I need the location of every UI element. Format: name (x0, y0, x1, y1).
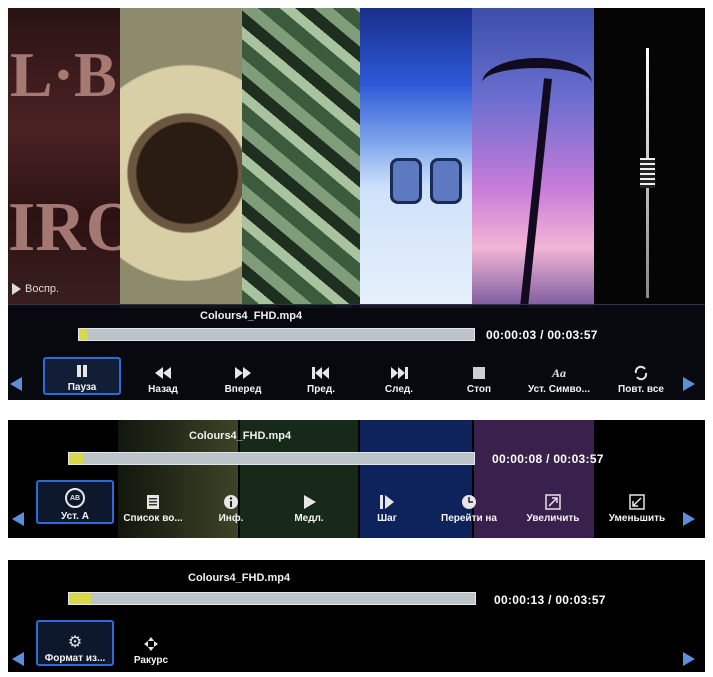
file-name: Colours4_FHD.mp4 (189, 430, 292, 442)
player-screen-2: Colours4_FHD.mp4 00:00:08 / 00:03:57 AB … (8, 420, 705, 538)
skip-previous-icon (311, 365, 331, 381)
repeat-icon (631, 365, 651, 381)
stop-button[interactable]: Стоп (440, 357, 518, 395)
goto-time-label: Перейти на (441, 513, 497, 524)
progress-fill (79, 329, 87, 340)
slow-motion-label: Медл. (294, 513, 324, 524)
rewind-label: Назад (148, 384, 178, 395)
progress-bar[interactable] (68, 452, 475, 465)
playlist-label: Список во... (123, 513, 183, 524)
info-button[interactable]: Инф. (192, 480, 270, 524)
picture-format-label: Формат из... (44, 653, 106, 664)
pause-icon (72, 363, 92, 379)
picture-format-button[interactable]: ⚙ Формат из... (36, 620, 114, 666)
play-icon (12, 283, 21, 295)
control-bar: Colours4_FHD.mp4 00:00:03 / 00:03:57 Пау… (8, 304, 705, 400)
ab-repeat-button[interactable]: AB Уст. А (36, 480, 114, 524)
previous-button[interactable]: Пред. (282, 357, 360, 395)
video-frame-strip (360, 8, 472, 308)
rewind-button[interactable]: Назад (124, 357, 202, 395)
pause-label: Пауза (67, 382, 97, 393)
file-name: Colours4_FHD.mp4 (200, 310, 303, 322)
scroll-left-arrow[interactable] (12, 512, 24, 526)
scroll-right-arrow[interactable] (683, 377, 695, 391)
progress-fill (69, 453, 83, 464)
scroll-right-arrow[interactable] (683, 652, 695, 666)
video-frame-strip (120, 8, 242, 308)
progress-fill (69, 593, 92, 604)
goto-time-button[interactable]: Перейти на (430, 480, 508, 524)
next-button[interactable]: След. (360, 357, 438, 395)
video-frame-strip: L·B IRO (8, 8, 120, 308)
fast-forward-label: Вперед (224, 384, 262, 395)
aspect-label: Ракурс (133, 655, 169, 666)
ab-repeat-icon: AB (65, 488, 85, 508)
repeat-button[interactable]: Повт. все (602, 357, 680, 395)
video-frame-strip (594, 8, 705, 308)
time-display: 00:00:08 / 00:03:57 (492, 452, 604, 466)
slow-motion-icon (299, 494, 319, 510)
progress-bar[interactable] (78, 328, 475, 341)
pause-button[interactable]: Пауза (43, 357, 121, 395)
stop-icon (469, 365, 489, 381)
next-label: След. (384, 384, 414, 395)
ab-repeat-label: Уст. А (61, 511, 89, 522)
rewind-icon (153, 365, 173, 381)
clock-icon (459, 494, 479, 510)
video-frame-strip (472, 8, 594, 308)
zoom-in-button[interactable]: Увеличить (514, 480, 592, 524)
move-icon (141, 636, 161, 652)
zoom-out-button[interactable]: Уменьшить (598, 480, 676, 524)
playlist-button[interactable]: Список во... (114, 480, 192, 524)
scroll-left-arrow[interactable] (12, 652, 24, 666)
fast-forward-icon (233, 365, 253, 381)
zoom-in-label: Увеличить (526, 513, 580, 524)
play-hint-label: Воспр. (25, 283, 60, 295)
slow-motion-button[interactable]: Медл. (270, 480, 348, 524)
file-name: Colours4_FHD.mp4 (188, 572, 291, 584)
time-display: 00:00:03 / 00:03:57 (486, 328, 598, 342)
playlist-icon (143, 494, 163, 510)
progress-bar[interactable] (68, 592, 476, 605)
repeat-label: Повт. все (618, 384, 664, 395)
info-icon (221, 494, 241, 510)
subtitle-label: Уст. Симво... (528, 384, 590, 395)
play-hint: Воспр. (12, 283, 59, 295)
zoom-out-icon (627, 494, 647, 510)
zoom-out-label: Уменьшить (608, 513, 666, 524)
skip-next-icon (389, 365, 409, 381)
step-button[interactable]: Шаг (348, 480, 426, 524)
step-label: Шаг (377, 513, 397, 524)
stop-label: Стоп (466, 384, 492, 395)
zoom-in-icon (543, 494, 563, 510)
info-label: Инф. (218, 513, 244, 524)
subtitle-button[interactable]: Aa Уст. Симво... (520, 357, 598, 396)
previous-label: Пред. (307, 384, 335, 395)
subtitle-icon: Aa (551, 365, 566, 380)
player-screen-1: L·B IRO Воспр. Colours4_FHD.mp4 00:00:03… (8, 8, 705, 400)
scroll-right-arrow[interactable] (683, 512, 695, 526)
gear-icon: ⚙ (67, 634, 83, 651)
time-display: 00:00:13 / 00:03:57 (494, 593, 606, 607)
fast-forward-button[interactable]: Вперед (204, 357, 282, 395)
scroll-left-arrow[interactable] (10, 377, 22, 391)
video-frame-strip (242, 8, 360, 308)
aspect-button[interactable]: Ракурс (112, 620, 190, 666)
player-screen-3: Colours4_FHD.mp4 00:00:13 / 00:03:57 ⚙ Ф… (8, 560, 705, 672)
step-icon (377, 494, 397, 510)
